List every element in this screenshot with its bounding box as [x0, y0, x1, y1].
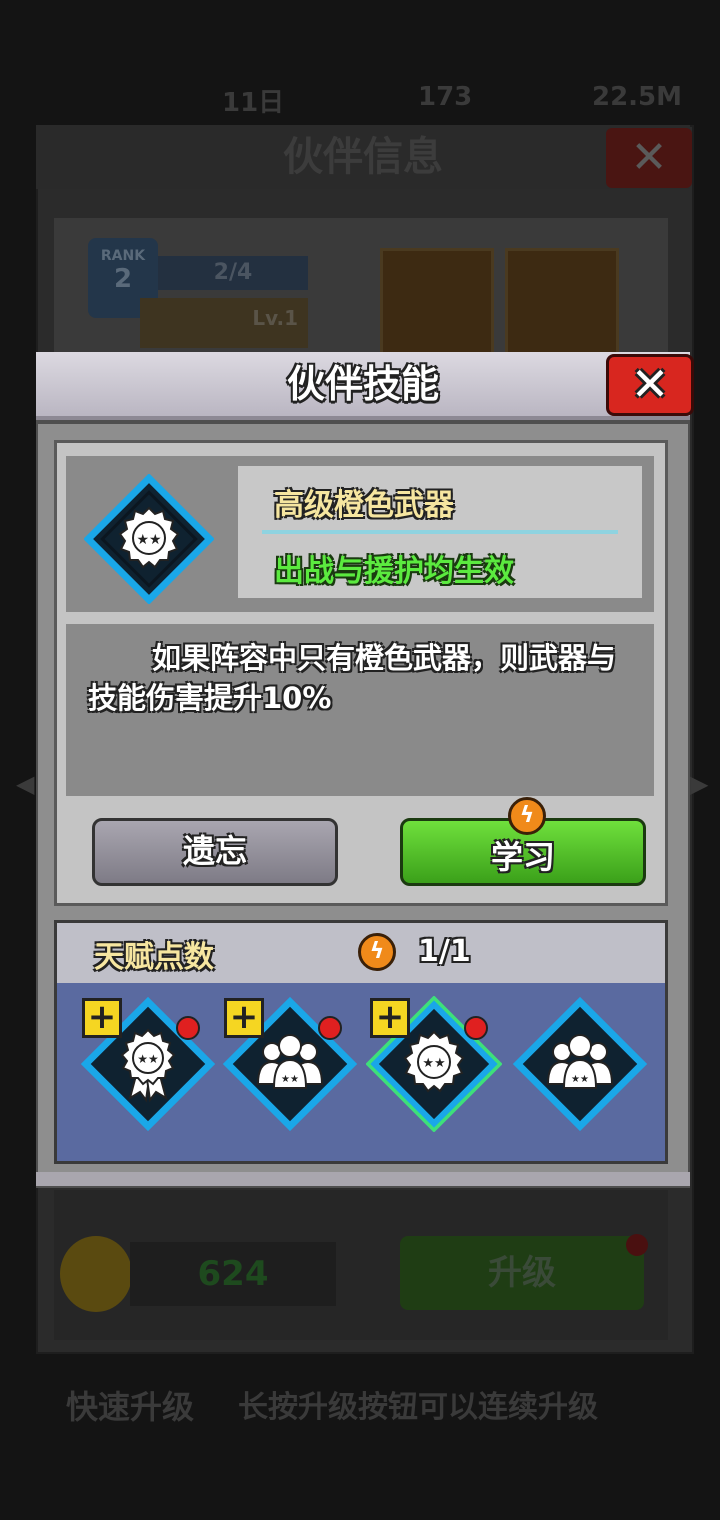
background-left-arrow-icon: ◀: [16, 770, 35, 798]
divider: [262, 530, 618, 534]
svg-text:★★: ★★: [422, 1056, 445, 1071]
skill-medal-icon: ★★: [83, 473, 215, 605]
group-icon: ★★: [512, 996, 648, 1132]
background-weapon-slot: [505, 248, 619, 358]
background-level: Lv.1: [140, 298, 308, 348]
modal-title: 伙伴技能: [286, 362, 439, 406]
background-upgrade-button: 升级: [400, 1236, 644, 1310]
bg-stat-gold: 22.5M: [592, 82, 683, 112]
background-right-arrow-icon: ▶: [690, 770, 709, 798]
background-panel-title: 伙伴信息: [36, 125, 690, 189]
plus-icon: +: [224, 998, 264, 1038]
plus-icon: +: [370, 998, 410, 1038]
background-tip: 快速升级 长按升级按钮可以连续升级: [0, 1378, 720, 1428]
bg-tip-text: 长按升级按钮可以连续升级: [238, 1390, 598, 1425]
background-notification-dot: [626, 1234, 648, 1256]
notification-dot: [176, 1016, 200, 1040]
svg-text:★★: ★★: [281, 1074, 299, 1085]
close-icon: ✕: [630, 357, 670, 411]
background-coin-icon: [60, 1236, 132, 1312]
notification-dot: [318, 1016, 342, 1040]
bg-stat-days: 11日: [222, 88, 285, 118]
forget-button[interactable]: 遗忘: [92, 818, 338, 886]
background-weapon-slot: [380, 248, 494, 358]
talent-slot-4[interactable]: ★★: [512, 996, 648, 1132]
bg-stat-gems: 173: [418, 82, 473, 112]
modal-footer: [36, 1172, 690, 1186]
lightning-icon: ϟ: [508, 797, 546, 835]
skill-effect: 出战与援护均生效: [274, 554, 514, 589]
lightning-icon: ϟ: [358, 933, 396, 971]
skill-description: 如果阵容中只有橙色武器，则武器与技能伤害提升10%: [88, 641, 617, 715]
svg-text:★★: ★★: [137, 1052, 159, 1066]
background-close-button: ✕: [606, 128, 692, 188]
bg-rank-value: 2: [113, 264, 133, 294]
plus-icon: +: [82, 998, 122, 1038]
bg-tip-title: 快速升级: [66, 1388, 195, 1426]
background-coin-value: 624: [130, 1242, 336, 1306]
notification-dot: [464, 1016, 488, 1040]
background-top-bar: 11日 173 22.5M: [0, 60, 720, 130]
talent-points-count: 1/1: [418, 934, 471, 969]
bg-rank-label: RANK: [100, 248, 146, 264]
close-button[interactable]: ✕: [606, 354, 694, 416]
svg-text:★★: ★★: [136, 532, 161, 548]
svg-text:★★: ★★: [571, 1074, 589, 1085]
talent-points-label: 天赋点数: [94, 940, 214, 975]
skill-name: 高级橙色武器: [274, 488, 454, 523]
background-progress-bar: 2/4: [158, 256, 308, 290]
